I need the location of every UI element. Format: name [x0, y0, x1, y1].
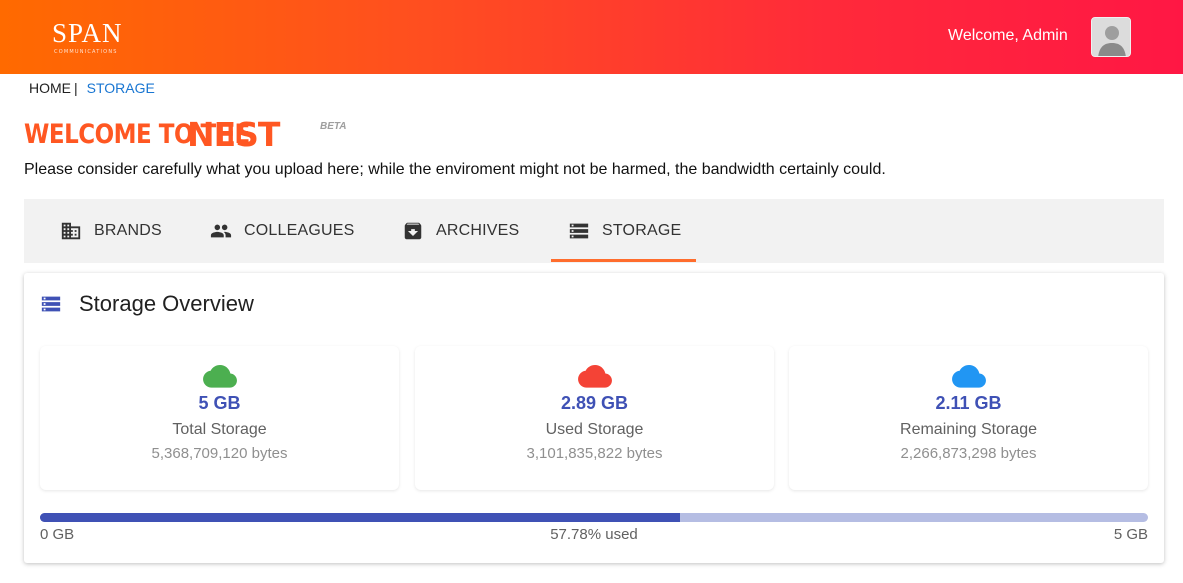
user-avatar-icon[interactable]	[1091, 17, 1131, 57]
stat-label: Used Storage	[545, 421, 644, 438]
storage-overview-card: Storage Overview 5 GB Total Storage 5,36…	[24, 273, 1164, 563]
tab-label: COLLEAGUES	[244, 222, 355, 239]
people-icon	[210, 224, 232, 238]
stat-bytes: 3,101,835,822 bytes	[526, 445, 663, 462]
card-title: Storage Overview	[79, 291, 254, 316]
total-storage-stat: 5 GB Total Storage 5,368,709,120 bytes	[40, 346, 399, 490]
tab-label: BRANDS	[94, 222, 162, 239]
stat-value: 2.11 GB	[935, 393, 1002, 413]
tab-brands[interactable]: BRANDS	[60, 199, 162, 263]
breadcrumb-separator: |	[74, 80, 78, 96]
cloud-icon	[577, 365, 612, 388]
breadcrumb-home[interactable]: HOME	[29, 80, 71, 96]
hero-beta-badge: BETA	[320, 121, 347, 132]
archive-icon	[404, 222, 422, 240]
breadcrumb: HOME | STORAGE	[29, 80, 155, 96]
tab-label: ARCHIVES	[436, 222, 520, 239]
storage-list-icon	[41, 296, 61, 312]
logo-subtitle: COMMUNICATIONS	[54, 49, 118, 55]
building-icon	[61, 222, 81, 240]
stat-bytes: 5,368,709,120 bytes	[151, 445, 288, 462]
top-bar: SPAN COMMUNICATIONS Welcome, Admin	[0, 0, 1183, 74]
tab-archives[interactable]: ARCHIVES	[402, 199, 519, 263]
hero-nest-text: NEST	[187, 115, 280, 154]
storage-progress-bar	[40, 513, 1148, 522]
tab-label: STORAGE	[602, 222, 682, 239]
span-logo[interactable]: SPAN COMMUNICATIONS	[52, 16, 134, 60]
upload-notice: Please consider carefully what you uploa…	[24, 161, 886, 178]
stat-label: Remaining Storage	[900, 421, 1037, 438]
stat-value: 2.89 GB	[560, 393, 629, 413]
breadcrumb-current[interactable]: STORAGE	[87, 80, 155, 96]
progress-max-label: 5 GB	[1113, 526, 1148, 543]
used-storage-stat: 2.89 GB Used Storage 3,101,835,822 bytes	[415, 346, 774, 490]
tab-storage[interactable]: STORAGE	[550, 199, 697, 263]
progress-used-label: 57.78% used	[550, 526, 638, 543]
stat-label: Total Storage	[172, 421, 267, 438]
logo-text: SPAN	[52, 18, 123, 48]
welcome-text: Welcome, Admin	[948, 27, 1068, 44]
cloud-icon	[202, 365, 237, 388]
card-header: Storage Overview	[40, 291, 254, 317]
tab-bar: BRANDS COLLEAGUES ARCHIVES STORAGE	[24, 199, 1164, 263]
remaining-storage-stat: 2.11 GB Remaining Storage 2,266,873,298 …	[789, 346, 1148, 490]
cloud-icon	[951, 365, 986, 388]
storage-icon	[569, 223, 589, 239]
storage-progress-fill	[40, 513, 681, 522]
stat-value: 5 GB	[198, 393, 241, 413]
tab-colleagues[interactable]: COLLEAGUES	[210, 199, 354, 263]
stat-bytes: 2,266,873,298 bytes	[900, 445, 1037, 462]
